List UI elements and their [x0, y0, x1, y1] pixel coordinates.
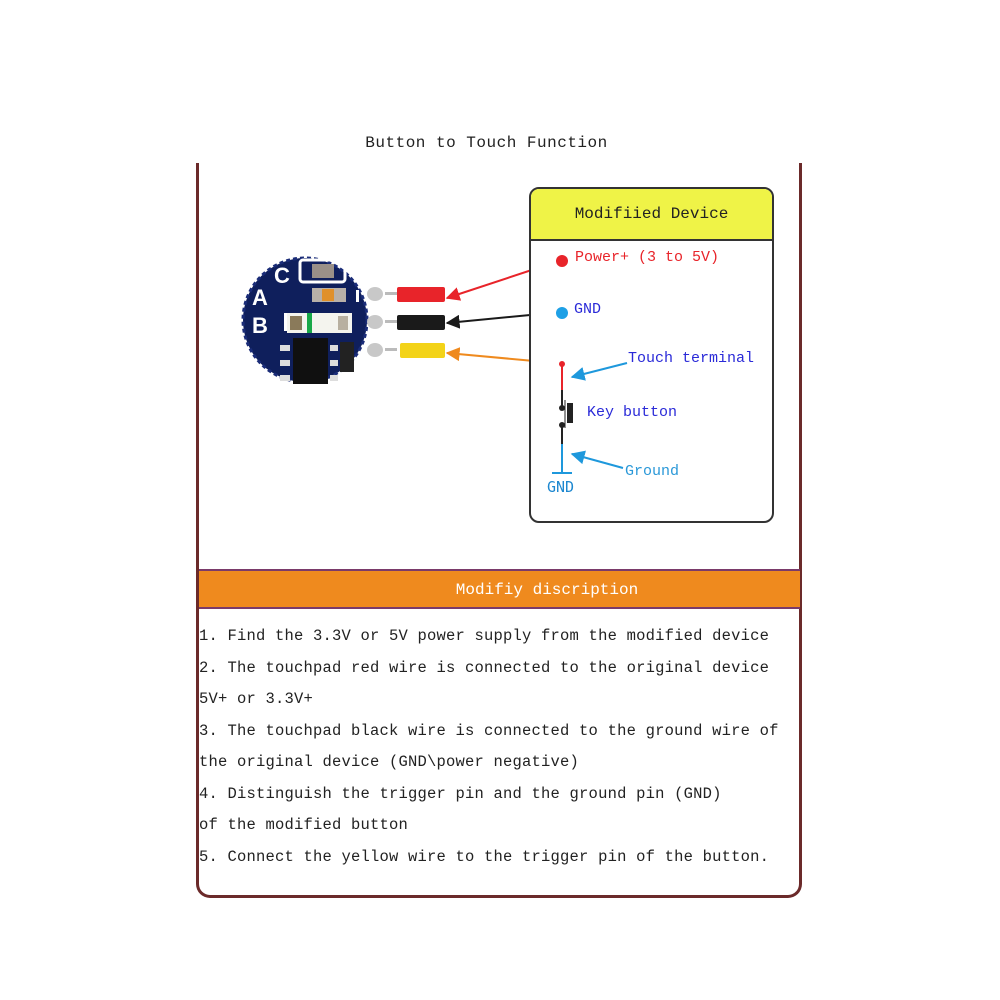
power-terminal-dot [556, 255, 568, 267]
step-line: 5. Connect the yellow wire to the trigge… [199, 848, 770, 866]
description-title: Modifiy discription [455, 581, 639, 599]
step-line: 1. Find the 3.3V or 5V power supply from… [199, 627, 770, 645]
ground-label: Ground [625, 463, 680, 480]
gnd-label: GND [574, 301, 602, 318]
gnd-terminal-dot [556, 307, 568, 319]
step-line: the original device (GND\power negative) [199, 753, 580, 771]
step-line: 4. Distinguish the trigger pin and the g… [199, 785, 722, 803]
step-line: 2. The touchpad red wire is connected to… [199, 659, 770, 677]
key-button-symbol [567, 403, 573, 423]
key-button-label: Key button [587, 404, 678, 421]
step-line: 3. The touchpad black wire is connected … [199, 722, 779, 740]
ground-pointer-arrow [570, 450, 624, 469]
gnd-symbol-label: GND [547, 478, 575, 496]
description-header: Modifiy discription [199, 569, 800, 609]
power-label: Power+ (3 to 5V) [575, 249, 720, 266]
touch-pointer-arrow [570, 362, 628, 381]
step-line: 5V+ or 3.3V+ [199, 690, 314, 708]
touch-terminal-label: Touch terminal [628, 350, 755, 367]
step-line: of the modified button [199, 816, 409, 834]
